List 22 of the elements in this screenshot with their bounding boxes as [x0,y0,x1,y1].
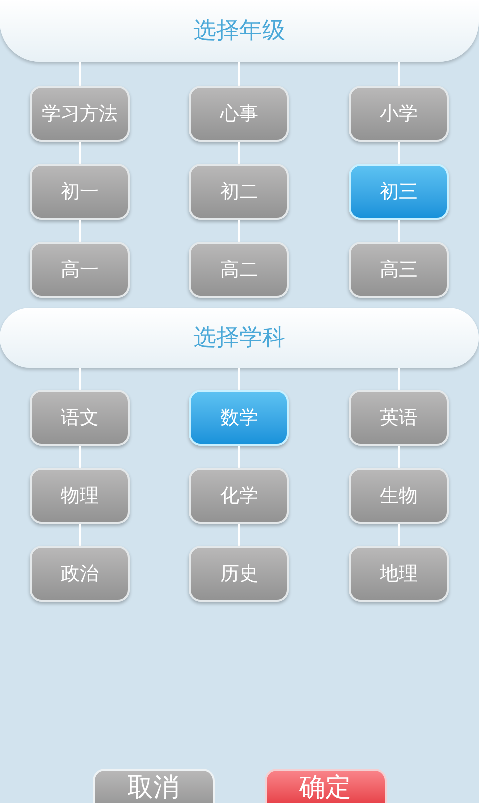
option-button[interactable]: 政治 [30,546,130,602]
option-button[interactable]: 英语 [349,390,450,446]
cancel-button[interactable]: 取消 [92,769,214,803]
option-button[interactable]: 初三 [349,164,450,220]
option-button[interactable]: 初一 [30,164,130,220]
option-button[interactable]: 学习方法 [30,86,130,142]
option-button[interactable]: 高二 [189,242,290,298]
option-button[interactable]: 心事 [189,86,290,142]
option-button[interactable]: 语文 [30,390,130,446]
section-title: 选择学科 [194,324,286,353]
confirm-button[interactable]: 确定 [264,769,386,803]
option-button[interactable]: 高一 [30,242,130,298]
option-button[interactable]: 高三 [349,242,450,298]
section-title: 选择年级 [194,16,286,46]
option-button[interactable]: 物理 [30,468,130,524]
option-button[interactable]: 历史 [189,546,290,602]
option-button[interactable]: 生物 [349,468,450,524]
option-button[interactable]: 数学 [189,390,290,446]
option-button[interactable]: 小学 [349,86,450,142]
option-button[interactable]: 地理 [349,546,450,602]
option-button[interactable]: 化学 [189,468,290,524]
option-button[interactable]: 初二 [189,164,290,220]
